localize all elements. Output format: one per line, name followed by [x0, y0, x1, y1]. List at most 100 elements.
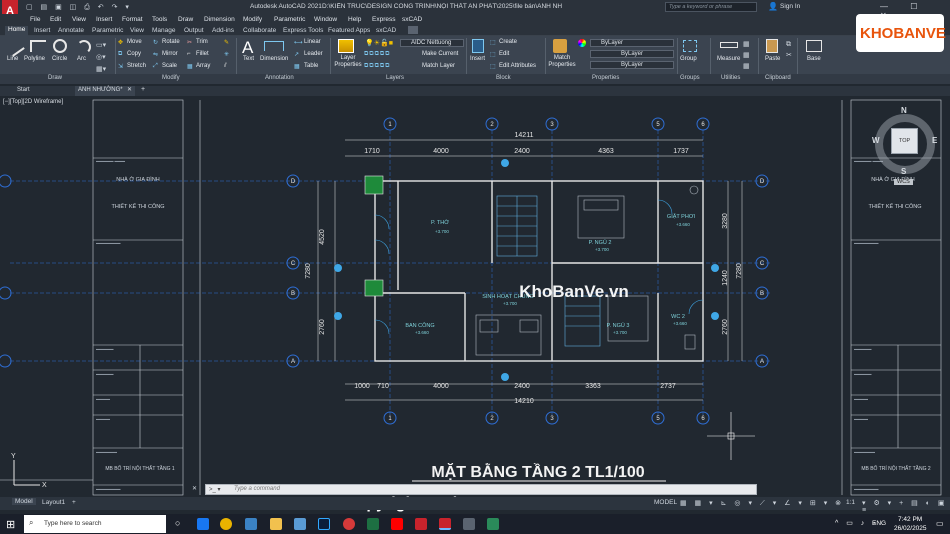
arc-button[interactable]: Arc — [77, 56, 86, 62]
menu-window[interactable]: Window — [314, 16, 337, 23]
viewcube[interactable]: N S W E TOP WCS — [866, 105, 944, 187]
panel-label-draw[interactable]: Draw — [48, 75, 62, 81]
youtube-icon[interactable] — [391, 518, 403, 530]
rotate-button[interactable]: Rotate — [162, 39, 180, 45]
stretch-button[interactable]: Stretch — [127, 63, 146, 69]
sketchup-icon[interactable] — [415, 518, 427, 530]
menu-sxcad[interactable]: sxCAD — [402, 16, 422, 23]
layout-tab-model[interactable]: Model — [12, 498, 36, 505]
text-button[interactable]: Text — [243, 56, 254, 62]
tab-sxcad[interactable]: sxCAD — [376, 27, 396, 34]
tab-addins[interactable]: Add-ins — [212, 27, 234, 34]
autocad-task-icon[interactable] — [439, 518, 451, 530]
leader-button[interactable]: Leader — [304, 51, 323, 57]
layer-tool-icons[interactable]: ⧉⧉⧉⧉⧉ — [364, 51, 390, 58]
tab-featured-apps[interactable]: Featured Apps — [328, 27, 370, 34]
menu-draw[interactable]: Draw — [178, 16, 193, 23]
insert-button[interactable]: Insert — [470, 56, 485, 62]
command-close-icon[interactable]: ✕ — [192, 485, 197, 492]
tab-manage[interactable]: Manage — [152, 27, 176, 34]
create-button[interactable]: Create — [499, 39, 517, 45]
menu-insert[interactable]: Insert — [96, 16, 112, 23]
edit-button[interactable]: Edit — [499, 51, 509, 57]
search-input[interactable]: Type a keyword or phrase — [665, 2, 757, 12]
array-button[interactable]: Array — [196, 63, 210, 69]
menu-parametric[interactable]: Parametric — [274, 16, 305, 23]
taskbar-search[interactable]: ⌕ Type here to search — [24, 515, 166, 533]
lineweight-dropdown[interactable]: ByLayer — [590, 61, 674, 69]
dimension-button[interactable]: Dimension — [260, 56, 288, 62]
erase-icon[interactable]: ✎ — [224, 39, 229, 46]
panel-label-utilities[interactable]: Utilities — [721, 75, 740, 81]
task-view-icon[interactable]: ○ — [175, 518, 180, 528]
mail-icon[interactable] — [245, 518, 257, 530]
scale-button[interactable]: Scale — [162, 63, 177, 69]
panel-label-block[interactable]: Block — [496, 75, 511, 81]
linear-button[interactable]: Linear — [304, 39, 321, 45]
layer-properties-button[interactable]: Layer Properties — [333, 55, 363, 69]
move-button[interactable]: Move — [127, 39, 142, 45]
menu-format[interactable]: Format — [122, 16, 143, 23]
draw-extra-icons[interactable]: ▭▾ ◎▾ ▦▾ — [96, 40, 106, 76]
copy-button[interactable]: Copy — [127, 51, 141, 57]
layer-dropdown[interactable]: AIDC Nettuong — [400, 39, 464, 47]
polyline-button[interactable]: Polyline — [24, 56, 45, 62]
viewcube-w[interactable]: W — [872, 136, 880, 145]
fillet-button[interactable]: Fillet — [196, 51, 209, 57]
trim-button[interactable]: Trim — [196, 39, 208, 45]
layer-state-icons[interactable]: 💡☀🔓■ — [365, 39, 393, 47]
wcs-label[interactable]: WCS — [894, 179, 913, 185]
menu-dimension[interactable]: Dimension — [204, 16, 235, 23]
command-line[interactable]: ✕ >_ ▾ Type a command — [192, 484, 757, 495]
tool-task-icon[interactable] — [487, 518, 499, 530]
tab-home[interactable]: Home — [5, 26, 29, 36]
photos-icon[interactable] — [294, 518, 306, 530]
viewcube-e[interactable]: E — [932, 136, 937, 145]
paste-button[interactable]: Paste — [765, 56, 780, 62]
color-dropdown[interactable]: ByLayer — [590, 39, 674, 47]
tab-insert[interactable]: Insert — [34, 27, 50, 34]
viewcube-top-face[interactable]: TOP — [891, 128, 918, 154]
utilities-small-icons[interactable]: ▦ ▦ ▦ — [743, 39, 750, 72]
tab-collaborate[interactable]: Collaborate — [243, 27, 276, 34]
file-explorer-icon[interactable] — [270, 518, 282, 530]
panel-label-annotation[interactable]: Annotation — [265, 75, 294, 81]
menu-tools[interactable]: Tools — [152, 16, 167, 23]
taskbar-lang[interactable]: ENG — [872, 520, 886, 527]
doc-tab-current[interactable]: ANH NHƯỜNG* ✕ — [75, 86, 135, 96]
panel-label-clipboard[interactable]: Clipboard — [765, 75, 791, 81]
status-model[interactable]: MODEL — [654, 499, 677, 506]
tab-parametric[interactable]: Parametric — [92, 27, 123, 34]
photoshop-icon[interactable] — [318, 518, 330, 530]
tab-view[interactable]: View — [130, 27, 144, 34]
match-properties-button[interactable]: Match Properties — [548, 55, 576, 69]
menu-express[interactable]: Express — [372, 16, 395, 23]
table-button[interactable]: Table — [304, 63, 318, 69]
panel-label-layers[interactable]: Layers — [386, 75, 404, 81]
taskbar-time[interactable]: 7:42 PM — [898, 516, 922, 523]
measure-button[interactable]: Measure — [717, 56, 740, 62]
quick-access-icons[interactable]: ▢ ▤ ▣ ◫ ⎙ ↶ ↷ ▾ — [26, 3, 132, 12]
panel-label-modify[interactable]: Modify — [162, 75, 180, 81]
linetype-dropdown[interactable]: ByLayer — [590, 50, 674, 58]
layout-tab-layout1[interactable]: Layout1 — [42, 499, 65, 506]
menu-help[interactable]: Help — [348, 16, 361, 23]
tab-output[interactable]: Output — [184, 27, 204, 34]
panel-label-properties[interactable]: Properties — [592, 75, 619, 81]
mirror-button[interactable]: Mirror — [162, 51, 178, 57]
group-button[interactable]: Group — [680, 56, 697, 62]
status-scale[interactable]: 1:1 — [846, 499, 855, 506]
offset-icon[interactable]: ⫽ — [224, 63, 227, 70]
menu-file[interactable]: File — [30, 16, 40, 23]
viewcube-n[interactable]: N — [901, 106, 907, 115]
new-tab-icon[interactable]: + — [141, 86, 145, 93]
status-right-icons[interactable]: ▾ ⚙ ▾ + ▤ ◐ ▣ ≡ — [862, 499, 950, 514]
edit-attributes-button[interactable]: Edit Attributes — [499, 63, 536, 69]
drawing-canvas[interactable]: [−][Top][2D Wireframe] ▬▬▬▬▬ ▬▬▬ ▬▬▬▬▬▬▬… — [0, 97, 950, 497]
make-current-button[interactable]: Make Current — [422, 51, 458, 57]
add-layout-icon[interactable]: + — [72, 499, 76, 506]
browser-icon[interactable] — [343, 518, 355, 530]
explode-icon[interactable]: ✳ — [224, 51, 229, 58]
panel-label-groups[interactable]: Groups — [680, 75, 700, 81]
viewcube-s[interactable]: S — [901, 167, 906, 176]
